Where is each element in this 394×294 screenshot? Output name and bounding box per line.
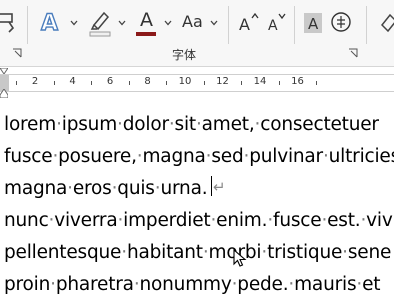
ruler-number: 14 [253, 76, 267, 87]
shading-letter-icon: A [308, 15, 319, 33]
separator [366, 6, 367, 44]
ruler-tick [316, 81, 318, 85]
enclose-characters-icon[interactable] [330, 11, 352, 33]
text-caret [211, 176, 212, 196]
separator [27, 6, 28, 44]
document-line: magna·eros·quis·urna. [4, 178, 208, 199]
document-line: proin·pharetra·nonummy·pede.·mauris·et [4, 274, 381, 294]
ruler-number: 8 [144, 76, 151, 87]
ruler-number: 10 [178, 76, 192, 87]
ruler-number: 6 [106, 76, 114, 87]
group-label: 字体 [172, 48, 197, 62]
ruler-tick [278, 81, 280, 85]
grow-font-icon[interactable]: A [238, 10, 262, 34]
ruler-bar: 2 4 6 8 10 12 14 16 [0, 74, 394, 92]
document-body[interactable]: lorem·ipsum·dolor·sit·amet,·consectetuer… [0, 100, 394, 294]
ruler-tick [128, 81, 130, 85]
format-painter-icon[interactable] [0, 12, 20, 34]
paragraph-mark-icon: ↵ [213, 178, 226, 196]
hanging-indent-marker[interactable] [0, 89, 8, 98]
chevron-down-icon[interactable] [70, 20, 78, 26]
change-case-icon[interactable]: Aa [182, 12, 203, 31]
svg-text:A: A [239, 15, 250, 34]
ruler-tick [203, 81, 205, 85]
document-line: fusce·posuere,·magna·sed·pulvinar·ultric… [4, 146, 394, 167]
ruler-tick [53, 81, 55, 85]
text-effects-icon[interactable]: A [38, 8, 64, 36]
ruler-number: 4 [69, 76, 76, 87]
svg-text:A: A [268, 18, 278, 34]
chevron-down-icon[interactable] [118, 20, 126, 26]
ruler-tick [241, 81, 243, 85]
chevron-down-icon[interactable] [210, 20, 218, 26]
document-line: lorem·ipsum·dolor·sit·amet,·consectetuer [4, 114, 379, 135]
horizontal-ruler[interactable]: 2 4 6 8 10 12 14 16 [0, 67, 394, 99]
ruler-number: 2 [31, 76, 39, 87]
ruler-number: 12 [216, 76, 229, 87]
svg-text:A: A [308, 15, 319, 33]
ruler-tick [16, 81, 18, 85]
ribbon-font-group: A A Aa A A A 字体 [0, 0, 394, 67]
eraser-icon[interactable] [378, 11, 394, 33]
document-line: pellentesque·habitant·morbi·tristique·se… [4, 242, 392, 263]
chevron-down-icon[interactable] [164, 20, 172, 26]
ruler-tick [166, 81, 168, 85]
font-color-letter: A [140, 9, 153, 31]
svg-text:A: A [41, 11, 58, 36]
highlighter-icon[interactable] [88, 9, 114, 37]
ruler-tick [91, 81, 93, 85]
separator [228, 6, 229, 44]
dialog-launcher-icon[interactable] [12, 48, 22, 58]
dialog-launcher-icon[interactable] [348, 48, 358, 58]
shrink-font-icon[interactable]: A [266, 10, 290, 34]
ruler-number: 16 [291, 76, 304, 87]
separator [294, 6, 295, 44]
mouse-pointer-icon [233, 249, 247, 267]
font-color-icon[interactable]: A [136, 9, 160, 37]
document-line: nunc·viverra·imperdiet·enim.·fusce·est.·… [4, 210, 393, 231]
font-color-bar [136, 32, 156, 36]
